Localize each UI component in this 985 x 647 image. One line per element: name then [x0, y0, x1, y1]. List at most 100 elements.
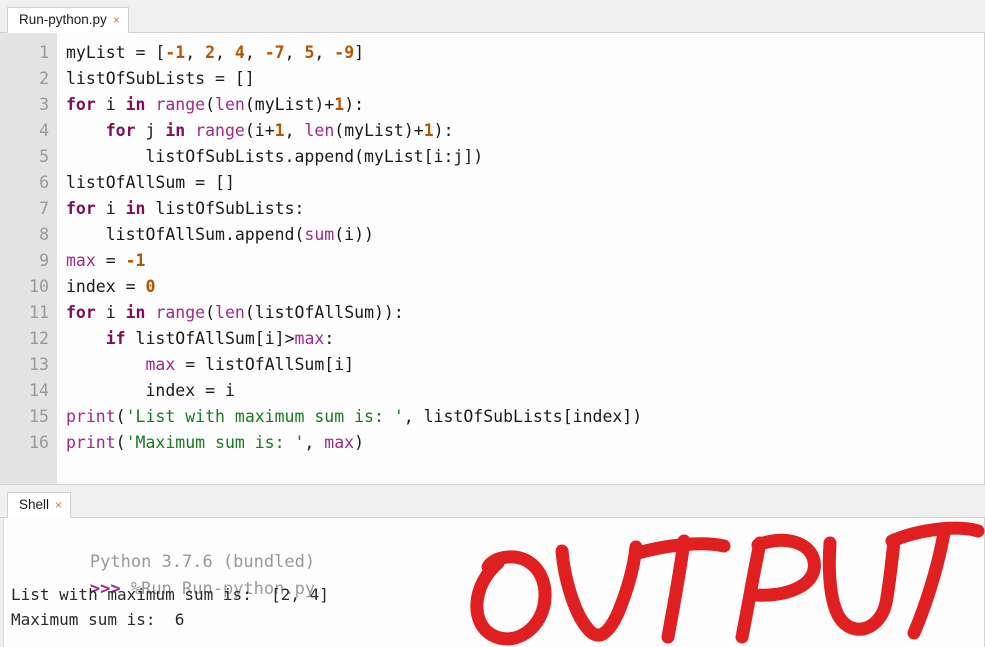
code-line[interactable]: index = i [66, 378, 984, 404]
code-line[interactable]: if listOfAllSum[i]>max: [66, 326, 984, 352]
code-token: : [324, 329, 335, 348]
code-token: -7 [264, 43, 285, 62]
code-token: 1 [274, 121, 285, 140]
code-token: 1 [423, 121, 434, 140]
code-token: len [304, 121, 335, 140]
line-number: 1 [39, 43, 49, 62]
shell-output-line: Maximum sum is: 6 [11, 610, 185, 629]
line-number: 2 [39, 69, 49, 88]
code-token: (i+ [244, 121, 275, 140]
shell-tabstrip: Shell × [0, 485, 985, 518]
code-token: (i)) [334, 225, 374, 244]
code-token: 5 [304, 43, 315, 62]
line-number: 13 [29, 355, 49, 374]
code-token: 1 [334, 95, 345, 114]
code-line[interactable]: listOfAllSum.append(sum(i)) [66, 222, 984, 248]
line-number: 6 [39, 173, 49, 192]
line-number: 15 [29, 407, 49, 426]
code-token: listOfSubLists: [145, 199, 305, 218]
code-token: max [324, 433, 355, 452]
code-token: i [95, 199, 126, 218]
code-line[interactable]: max = listOfAllSum[i] [66, 352, 984, 378]
code-token: for [105, 121, 136, 140]
code-editor[interactable]: 1 2 3 4 5 6 7 8 9 10 11 12 13 14 15 16 myList = [-1, 2,… [0, 33, 985, 485]
code-token: for [66, 303, 96, 322]
shell-output-line: List with maximum sum is: [2, 4] [11, 585, 329, 604]
code-line[interactable]: print('List with maximum sum is: ', list… [66, 404, 984, 430]
code-token: listOfSubLists = [] [66, 69, 255, 88]
code-line[interactable]: for i in range(len(myList)+1): [66, 92, 984, 118]
code-token: ( [115, 407, 126, 426]
code-token: , listOfSubLists[index]) [403, 407, 643, 426]
line-number-gutter: 1 2 3 4 5 6 7 8 9 10 11 12 13 14 15 16 [0, 33, 57, 484]
code-token: listOfAllSum = [] [66, 173, 235, 192]
code-token: max [66, 251, 96, 270]
code-line[interactable]: myList = [-1, 2, 4, -7, 5, -9] [66, 40, 984, 66]
code-token: , [244, 43, 265, 62]
code-line[interactable]: print('Maximum sum is: ', max) [66, 430, 984, 456]
code-token: range [155, 95, 206, 114]
thonny-window: Run-python.py × 1 2 3 4 5 6 7 8 9 10 11 12 13 14 15 16 … [0, 0, 985, 647]
tab-run-python-py[interactable]: Run-python.py × [7, 7, 129, 33]
code-token: , [215, 43, 235, 62]
code-token: ) [354, 433, 365, 452]
line-number: 3 [39, 95, 49, 114]
code-line[interactable]: for i in range(len(listOfAllSum)): [66, 300, 984, 326]
code-line[interactable]: listOfSubLists.append(myList[i:j]) [66, 144, 984, 170]
code-area[interactable]: myList = [-1, 2, 4, -7, 5, -9] listOfSubL… [57, 33, 984, 484]
code-token: , [284, 43, 305, 62]
code-token: if [105, 329, 126, 348]
code-token: listOfAllSum[i]> [125, 329, 295, 348]
code-token: , [185, 43, 206, 62]
code-token: len [215, 303, 245, 322]
code-token: print [66, 433, 116, 452]
code-token: i [95, 303, 126, 322]
code-token: listOfAllSum.append( [66, 225, 305, 244]
code-line[interactable]: listOfAllSum = [] [66, 170, 984, 196]
editor-tabstrip: Run-python.py × [0, 0, 985, 33]
shell-content[interactable]: Python 3.7.6 (bundled) >>> %Run Run-pyth… [0, 518, 984, 647]
code-token: , [304, 433, 325, 452]
line-number: 8 [39, 225, 49, 244]
tab-label: Shell [19, 497, 50, 513]
code-token: range [155, 303, 206, 322]
code-token: 'Maximum sum is: ' [125, 433, 305, 452]
code-token: (listOfAllSum)): [244, 303, 404, 322]
code-token: myList = [ [66, 43, 166, 62]
code-token: i [95, 95, 126, 114]
code-token: ): [344, 95, 365, 114]
code-token: max [294, 329, 325, 348]
line-number: 12 [29, 329, 49, 348]
code-token: -1 [165, 43, 186, 62]
code-line[interactable]: for i in listOfSubLists: [66, 196, 984, 222]
code-token: in [125, 303, 146, 322]
code-token: ( [205, 95, 216, 114]
code-token: in [125, 199, 146, 218]
code-line[interactable]: listOfSubLists = [] [66, 66, 984, 92]
code-line[interactable]: max = -1 [66, 248, 984, 274]
close-icon[interactable]: × [113, 14, 120, 27]
line-number: 14 [29, 381, 49, 400]
code-token: max [145, 355, 176, 374]
tab-shell[interactable]: Shell × [7, 492, 72, 518]
code-line[interactable]: index = 0 [66, 274, 984, 300]
code-token: sum [304, 225, 335, 244]
close-icon[interactable]: × [55, 499, 62, 512]
code-token: = listOfAllSum[i] [175, 355, 355, 374]
code-token: -1 [125, 251, 146, 270]
code-token: range [195, 121, 245, 140]
shell-banner-text: Python 3.7.6 (bundled) [89, 552, 316, 572]
code-line[interactable]: for j in range(i+1, len(myList)+1): [66, 118, 984, 144]
line-number: 11 [29, 303, 49, 322]
line-number: 10 [29, 277, 49, 296]
shell-panel[interactable]: Python 3.7.6 (bundled) >>> %Run Run-pyth… [0, 518, 985, 647]
code-token: 0 [145, 277, 156, 296]
line-number: 4 [39, 121, 49, 140]
code-token: in [125, 95, 146, 114]
shell-banner: Python 3.7.6 (bundled) [4, 522, 984, 572]
